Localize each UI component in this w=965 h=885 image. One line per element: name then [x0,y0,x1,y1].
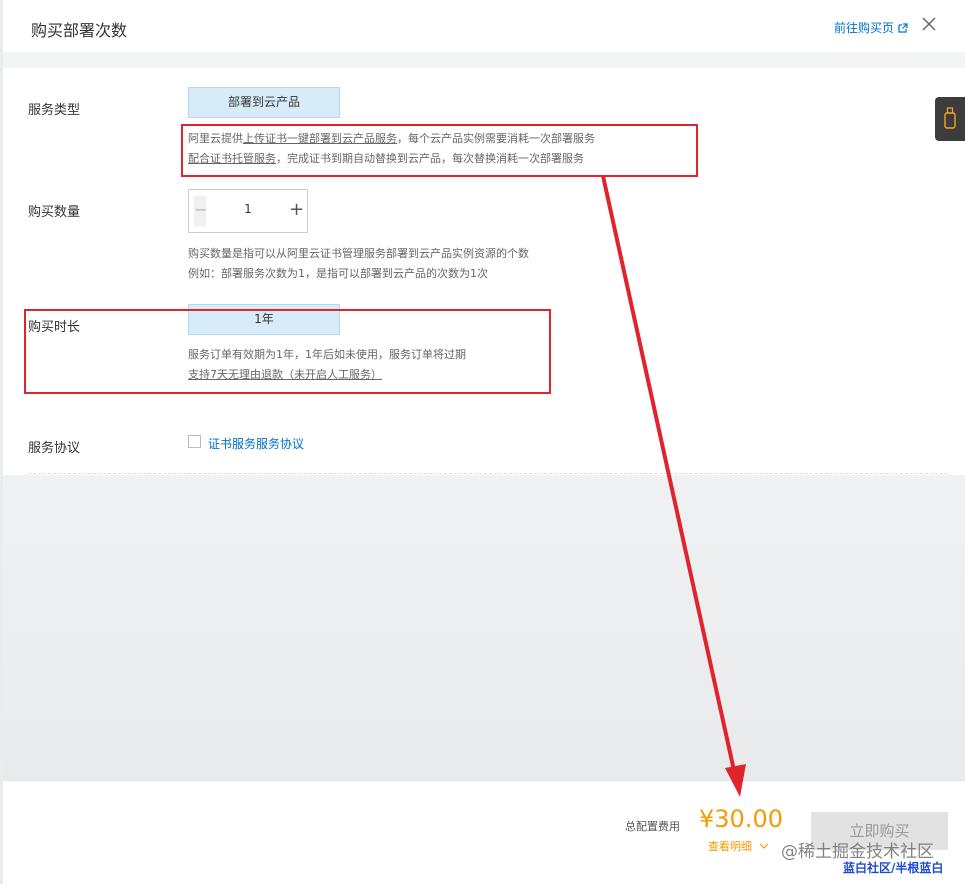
quantity-help-line2: 例如：部署服务次数为1，是指可以部署到云产品的次数为1次 [188,267,488,280]
quantity-help-line1: 购买数量是指可以从阿里云证书管理服务部署到云产品实例资源的个数 [188,247,529,260]
highlight-box-service-type [181,124,698,177]
service-agreement-link[interactable]: 证书服务服务协议 [208,435,304,452]
usb-drive-icon [944,107,956,129]
view-details-link[interactable]: 查看明细 [708,838,769,854]
close-icon[interactable] [921,16,937,32]
highlight-box-duration [24,309,551,394]
service-type-label: 服务类型 [28,103,81,118]
goto-purchase-page-label: 前往购买页 [833,21,894,35]
dialog-body-background [3,475,965,780]
dialog-header: 购买部署次数 前往购买页 [3,0,965,53]
chevron-down-icon [759,843,768,849]
view-details-label: 查看明细 [708,840,752,853]
quantity-stepper: − 1 + [188,189,308,233]
watermark-author: 蓝白社区/半根蓝白 [843,861,944,875]
agreement-checkbox[interactable] [188,435,201,448]
total-price: ¥30.00 [699,805,783,833]
dialog-title: 购买部署次数 [31,21,128,40]
dialog-footer: 总配置费用 ¥30.00 查看明细 立即购买 @稀土掘金技术社区 蓝白社区/半根… [3,780,965,885]
service-type-option-deploy[interactable]: 部署到云产品 [188,87,340,118]
increment-button[interactable]: + [289,197,304,225]
purchase-form: 服务类型 部署到云产品 阿里云提供上传证书一键部署到云产品服务，每个云产品实例需… [3,68,948,475]
decrement-button[interactable]: − [194,196,207,226]
form-divider [28,473,948,474]
quantity-help: 购买数量是指可以从阿里云证书管理服务部署到云产品实例资源的个数 例如：部署服务次… [188,244,529,284]
quantity-value[interactable]: 1 [209,202,287,216]
quantity-label: 购买数量 [28,205,81,220]
total-cost-label: 总配置费用 [625,820,680,833]
agreement-label: 服务协议 [28,441,81,456]
side-float-tab[interactable] [935,97,965,141]
header-band [3,52,965,68]
external-link-icon [898,23,908,33]
goto-purchase-page-link[interactable]: 前往购买页 [834,19,908,36]
purchase-dialog: 购买部署次数 前往购买页 服务类型 部署到云产品 阿里云提供上传证书一键部署到云… [0,0,965,885]
